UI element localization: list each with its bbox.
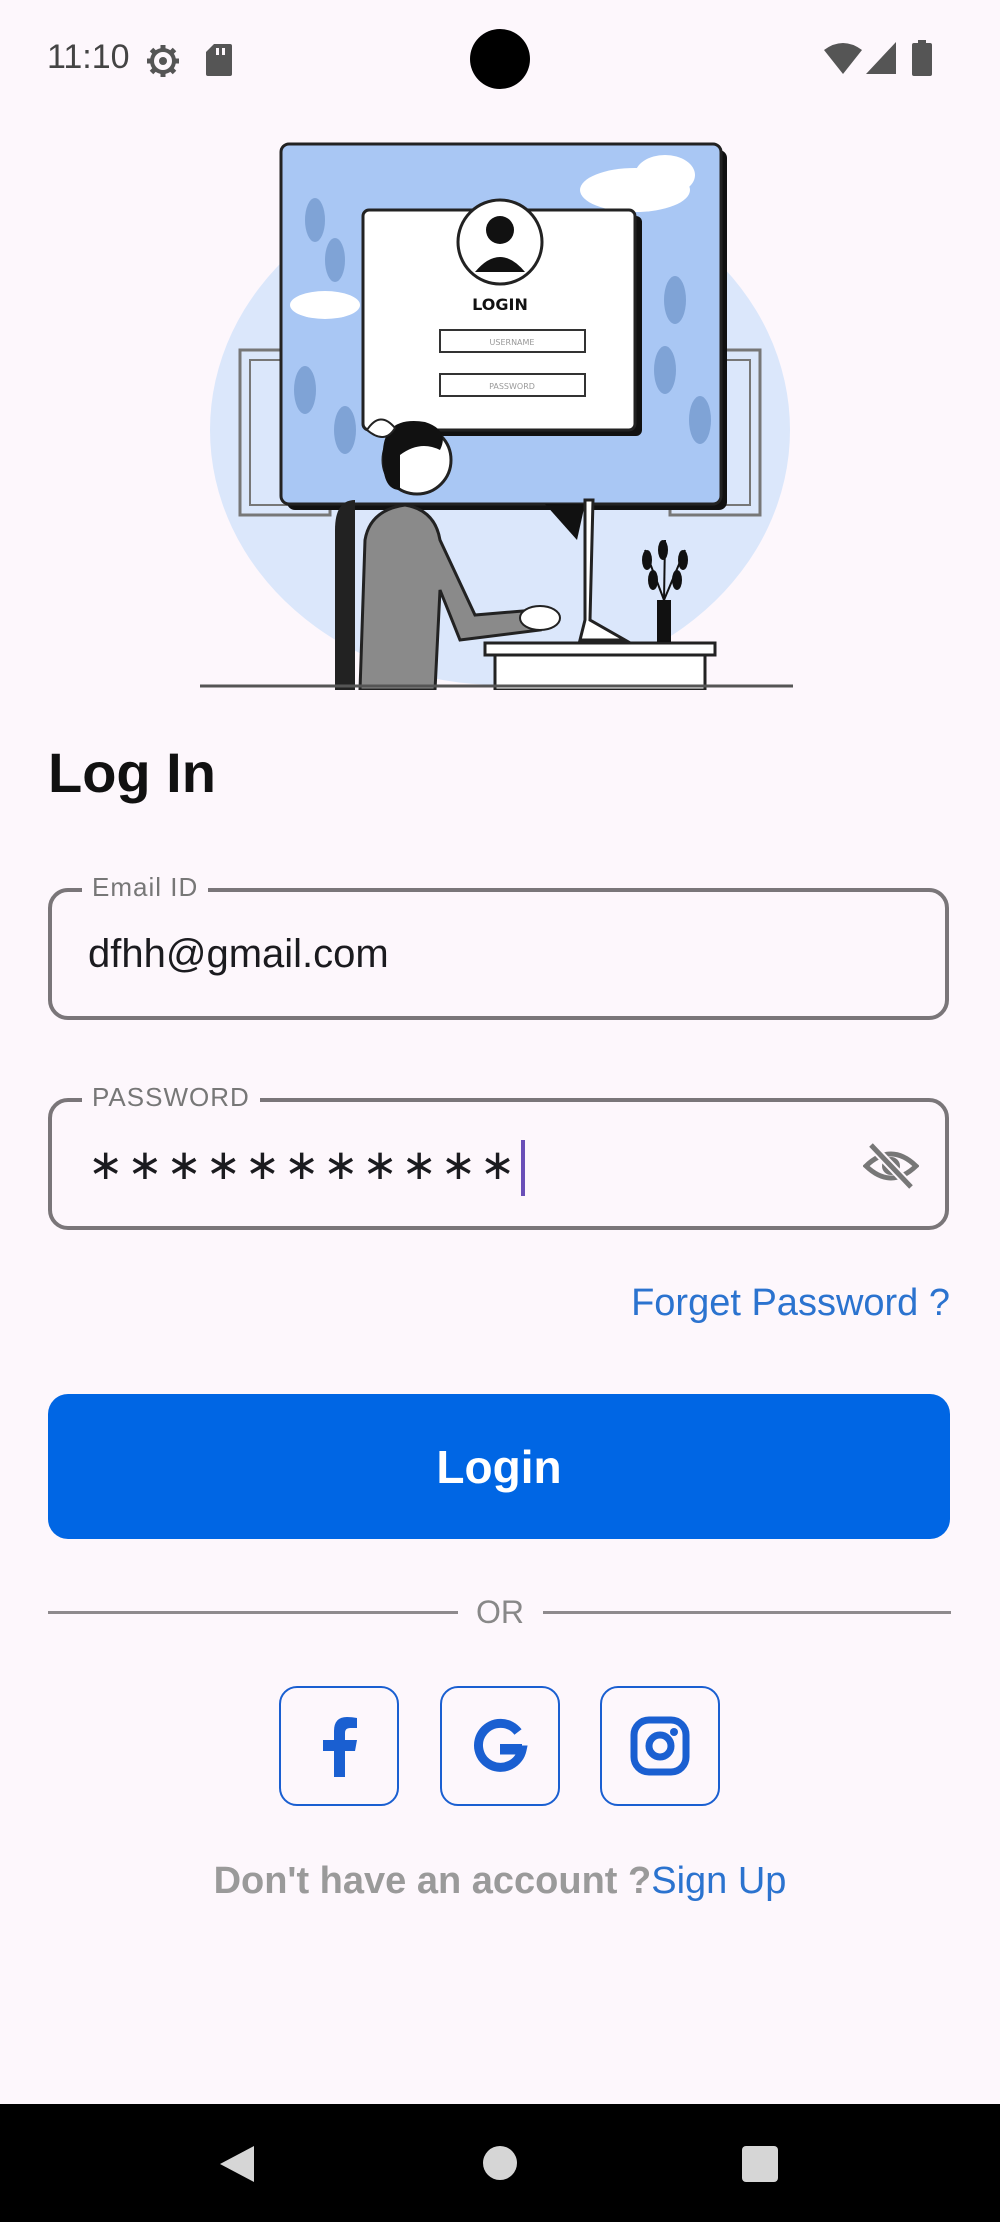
facebook-icon [323, 1717, 357, 1777]
illustration-card-title: LOGIN [472, 295, 528, 314]
email-field-label: Email ID [82, 872, 209, 903]
wifi-icon [824, 43, 862, 74]
signup-row: Don't have an account ?Sign Up [0, 1860, 1000, 1903]
illustration-password-placeholder: PASSWORD [489, 382, 535, 391]
divider-right [543, 1611, 951, 1614]
illustration-username-placeholder: USERNAME [490, 338, 535, 347]
password-field[interactable]: PASSWORD ∗∗∗∗∗∗∗∗∗∗∗ [48, 1082, 949, 1230]
gear-icon [147, 45, 179, 77]
divider-left [48, 1611, 458, 1614]
sdcard-icon [206, 44, 232, 76]
password-masked-text: ∗∗∗∗∗∗∗∗∗∗∗ [88, 1141, 520, 1189]
instagram-login-button[interactable] [600, 1686, 720, 1806]
login-button[interactable]: Login [48, 1394, 950, 1539]
text-caret [521, 1140, 526, 1196]
page-title: Log In [48, 741, 216, 804]
google-icon [474, 1718, 528, 1772]
google-login-button[interactable] [440, 1686, 560, 1806]
login-illustration: LOGIN USERNAME PASSWORD [200, 142, 793, 690]
signal-icon [866, 42, 896, 74]
status-bar: 11:10 [0, 0, 1000, 120]
recents-icon[interactable] [742, 2146, 778, 2182]
divider-or-text: OR [476, 1594, 524, 1630]
battery-icon [912, 40, 932, 76]
password-field-value[interactable]: ∗∗∗∗∗∗∗∗∗∗∗ [88, 1140, 526, 1196]
email-field[interactable]: Email ID dfhh@gmail.com [48, 872, 949, 1020]
instagram-icon [630, 1716, 690, 1776]
home-icon[interactable] [483, 2146, 517, 2180]
facebook-login-button[interactable] [279, 1686, 399, 1806]
email-field-value[interactable]: dfhh@gmail.com [88, 932, 389, 977]
camera-cutout [470, 29, 530, 89]
back-icon[interactable] [218, 2144, 256, 2184]
signup-prompt: Don't have an account ? [213, 1860, 652, 1902]
status-time: 11:10 [47, 38, 130, 76]
password-field-label: PASSWORD [82, 1082, 260, 1113]
forget-password-link[interactable]: Forget Password ? [631, 1282, 950, 1325]
eye-off-icon[interactable] [863, 1140, 919, 1192]
navigation-bar [0, 2104, 1000, 2222]
signup-link[interactable]: Sign Up [651, 1860, 786, 1902]
